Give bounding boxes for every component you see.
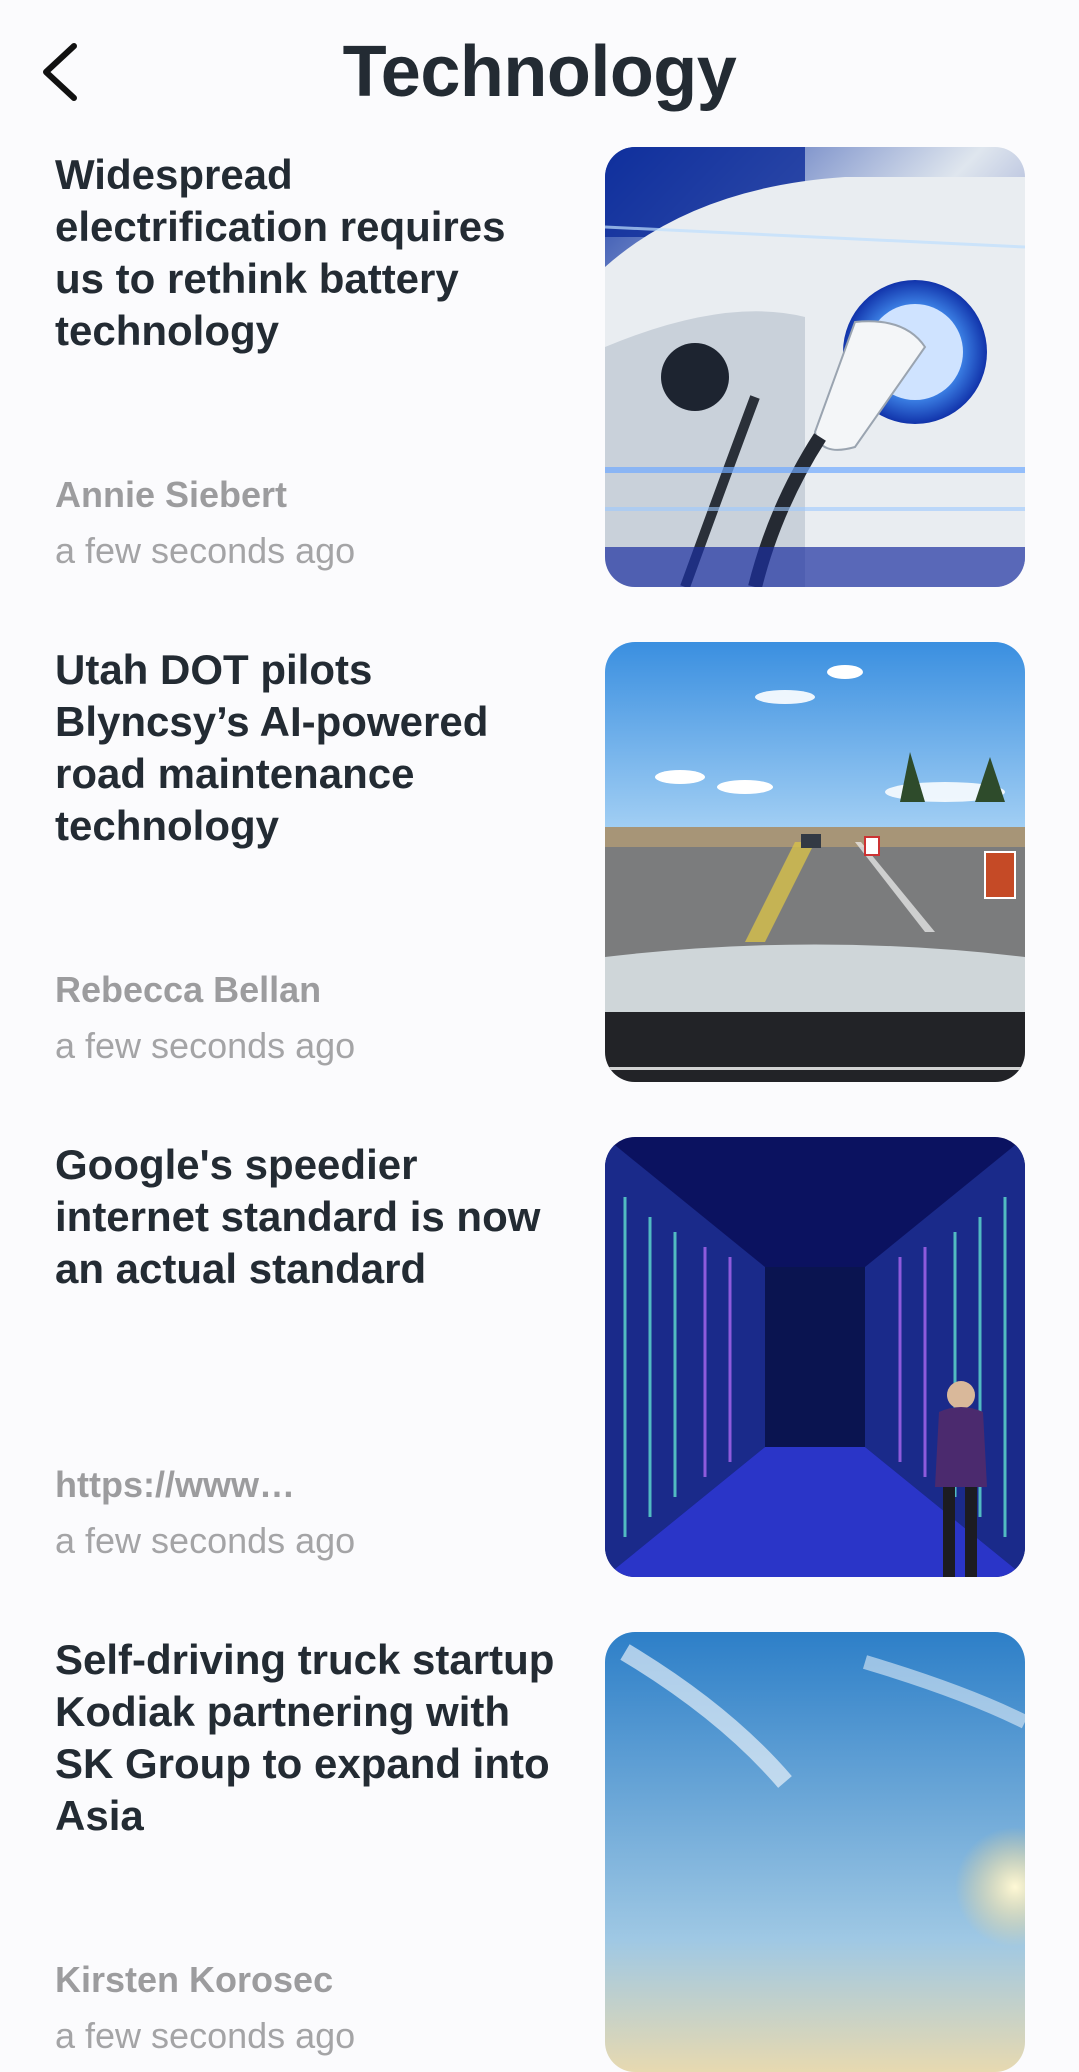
article-thumbnail-ev-charging[interactable] xyxy=(605,147,1025,587)
article-headline[interactable]: Google's speedier internet standard is n… xyxy=(55,1139,565,1295)
article-author: Annie Siebert xyxy=(55,474,288,515)
article-thumbnail-truck-highway[interactable] xyxy=(605,1632,1025,2072)
article-author: Kirsten Korosec xyxy=(55,1959,334,2000)
article-thumbnail-dashcam-road[interactable] xyxy=(605,642,1025,1082)
app-header: Technology xyxy=(0,0,1079,145)
article-timestamp: a few seconds ago xyxy=(55,1025,356,1066)
page-title: Technology xyxy=(342,32,737,112)
article-headline[interactable]: Widespread electrification requires us t… xyxy=(55,149,565,357)
article-headline[interactable]: Utah DOT pilots Blyncsy’s AI-powered roa… xyxy=(55,644,565,852)
article-card[interactable]: Widespread electrification requires us t… xyxy=(0,145,1079,587)
article-author: https://www… xyxy=(55,1464,295,1505)
article-timestamp: a few seconds ago xyxy=(55,2015,356,2056)
article-thumbnail-data-center[interactable] xyxy=(605,1137,1025,1577)
article-card[interactable]: Google's speedier internet standard is n… xyxy=(0,1135,1079,1577)
article-headline[interactable]: Self-driving truck startup Kodiak partne… xyxy=(55,1634,565,1842)
article-card[interactable]: Utah DOT pilots Blyncsy’s AI-powered roa… xyxy=(0,640,1079,1082)
article-timestamp: a few seconds ago xyxy=(55,530,356,571)
article-card[interactable]: Self-driving truck startup Kodiak partne… xyxy=(0,1630,1079,2072)
article-timestamp: a few seconds ago xyxy=(55,1520,356,1561)
article-author: Rebecca Bellan xyxy=(55,969,322,1010)
